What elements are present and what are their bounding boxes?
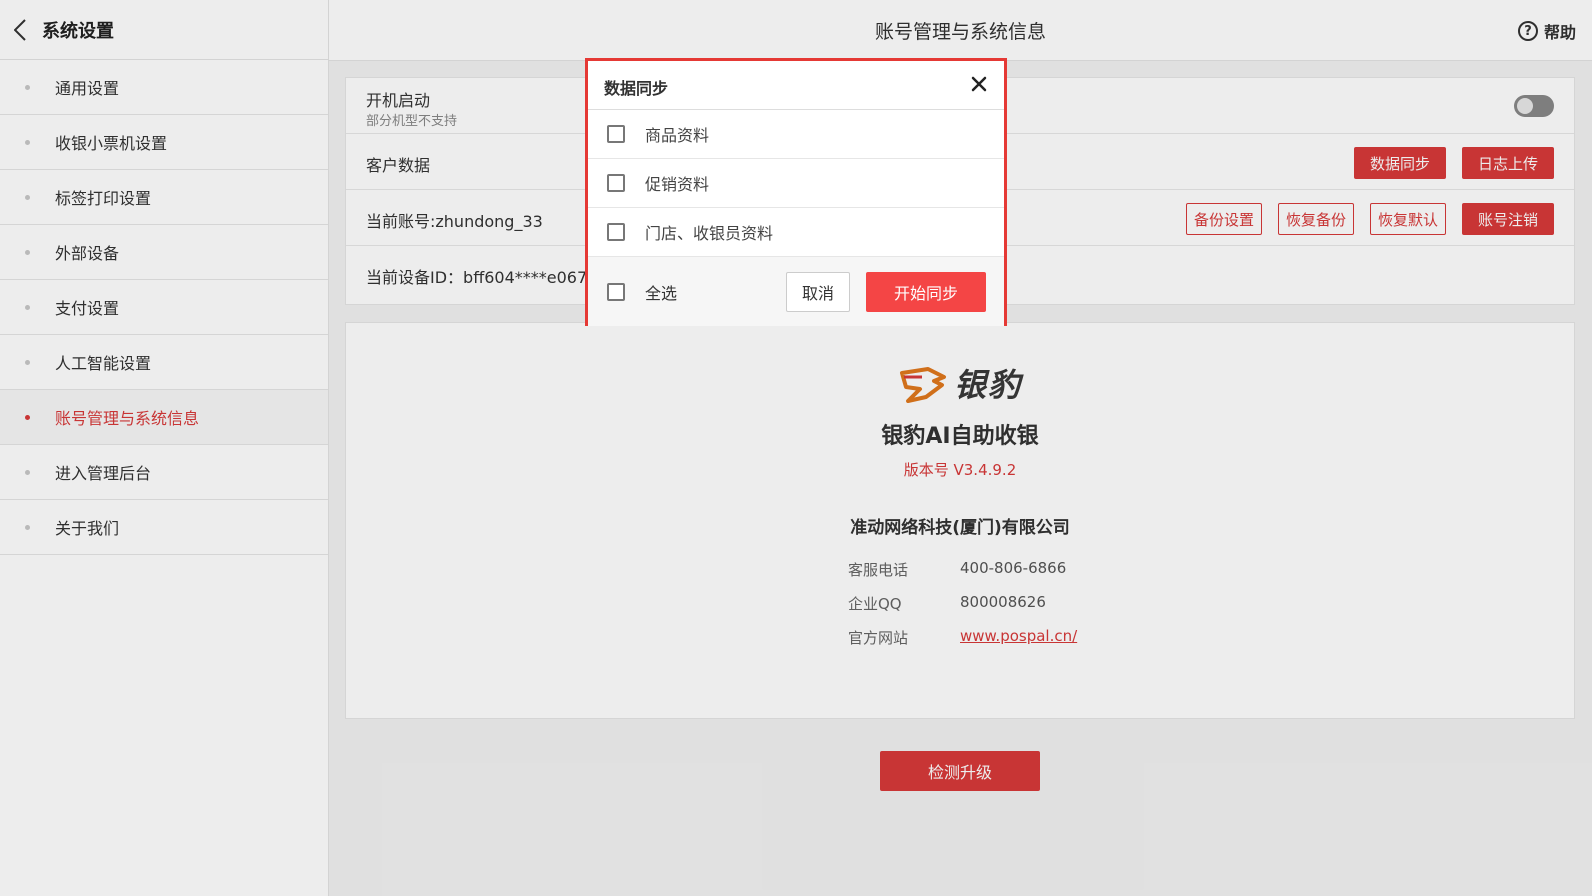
option-promotion-data[interactable]: 促销资料 [588,159,1004,208]
checkbox[interactable] [607,223,625,241]
option-label: 门店、收银员资料 [645,224,774,243]
option-store-cashier-data[interactable]: 门店、收银员资料 [588,208,1004,257]
dialog-footer: 全选 取消 开始同步 [588,257,1004,326]
option-label: 促销资料 [645,175,710,194]
dialog-title: 数据同步 [604,79,669,98]
data-sync-dialog: 数据同步 商品资料 促销资料 门店、收银员资料 全选 取消 开始同步 [585,58,1007,326]
dialog-header: 数据同步 [588,61,1004,110]
cancel-button[interactable]: 取消 [786,272,850,312]
select-all-label[interactable]: 全选 [645,280,677,304]
select-all-checkbox[interactable] [607,282,625,301]
option-label: 商品资料 [645,126,710,145]
start-sync-button[interactable]: 开始同步 [866,272,986,312]
checkbox[interactable] [607,174,625,192]
checkbox[interactable] [607,125,625,143]
close-icon[interactable] [968,73,990,95]
option-product-data[interactable]: 商品资料 [588,110,1004,159]
